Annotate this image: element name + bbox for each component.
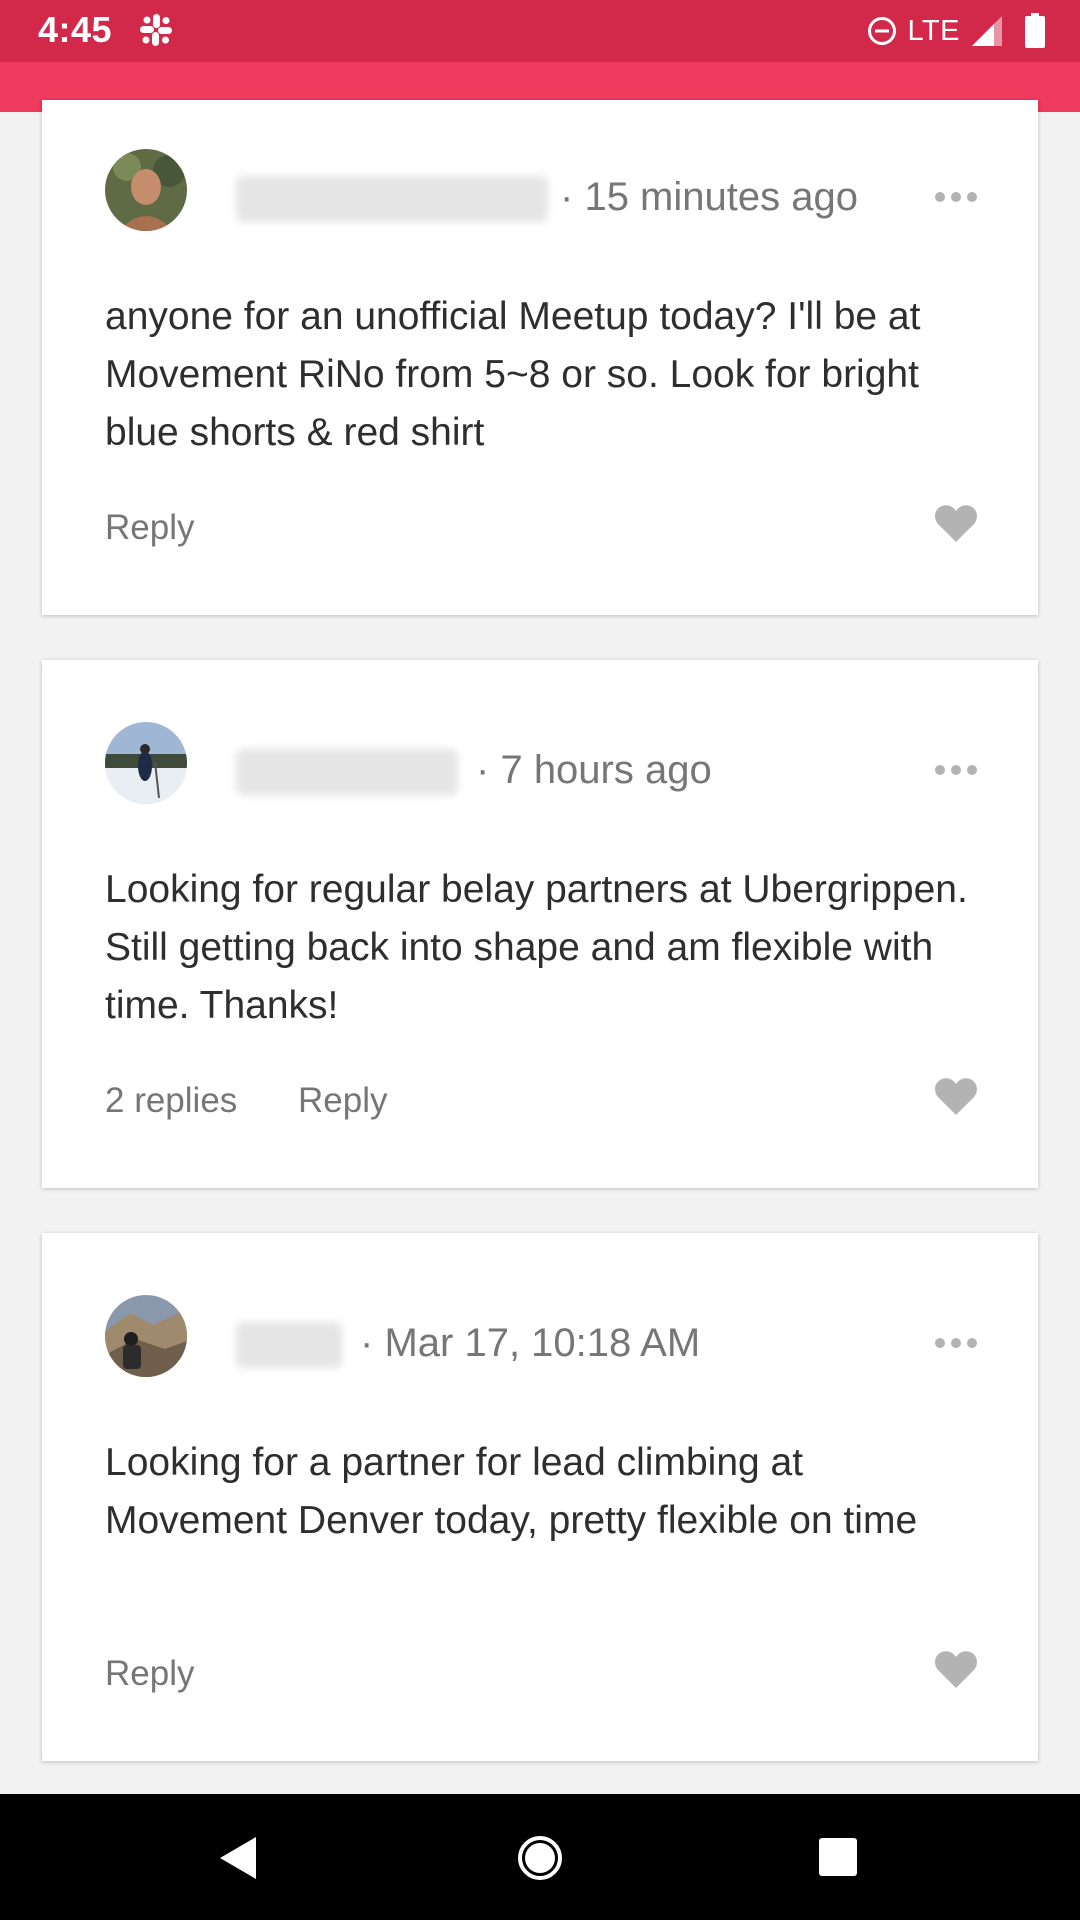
post-time: 15 minutes ago xyxy=(584,175,858,219)
post-meta: · 7 hours ago xyxy=(476,748,712,793)
status-icons: LTE xyxy=(867,12,1046,50)
author-name-blurred[interactable] xyxy=(236,749,458,795)
author-name-blurred[interactable] xyxy=(236,176,548,222)
discussion-card: · 7 hours ago Looking for regular belay … xyxy=(42,660,1038,1188)
like-heart-icon[interactable] xyxy=(934,503,978,543)
reply-button[interactable]: Reply xyxy=(105,1654,194,1694)
navigation-bar xyxy=(0,1794,1080,1920)
author-name-blurred[interactable] xyxy=(236,1322,342,1368)
avatar[interactable] xyxy=(105,149,187,231)
home-icon[interactable] xyxy=(516,1834,564,1882)
meta-separator: · xyxy=(360,1321,374,1365)
post-time: 7 hours ago xyxy=(500,748,712,792)
post-body: anyone for an unofficial Meetup today? I… xyxy=(105,295,921,454)
slack-icon xyxy=(140,14,172,46)
network-type: LTE xyxy=(907,14,960,47)
avatar-photo xyxy=(105,149,187,231)
post-meta: · Mar 17, 10:18 AM xyxy=(360,1321,700,1366)
post-meta: · 15 minutes ago xyxy=(560,175,858,220)
do-not-disturb-icon xyxy=(868,17,897,45)
status-time: 4:45 xyxy=(38,9,113,50)
back-icon[interactable] xyxy=(218,1835,258,1881)
signal-icon xyxy=(972,16,1002,46)
avatar[interactable] xyxy=(105,1295,187,1377)
more-options-icon[interactable] xyxy=(934,1337,978,1349)
post-body: Looking for a partner for lead climbing … xyxy=(105,1441,918,1542)
meta-separator: · xyxy=(476,748,490,792)
reply-button[interactable]: Reply xyxy=(298,1081,387,1121)
like-heart-icon[interactable] xyxy=(934,1649,978,1689)
replies-count-link[interactable]: 2 replies xyxy=(105,1081,237,1121)
reply-button[interactable]: Reply xyxy=(105,508,194,548)
post-time: Mar 17, 10:18 AM xyxy=(384,1321,701,1365)
avatar[interactable] xyxy=(105,722,187,804)
avatar-photo xyxy=(105,722,187,804)
discussion-card: · 15 minutes ago anyone for an unofficia… xyxy=(42,100,1038,615)
like-heart-icon[interactable] xyxy=(934,1076,978,1116)
meta-separator: · xyxy=(560,175,574,219)
more-options-icon[interactable] xyxy=(934,191,978,203)
post-body: Looking for regular belay partners at Ub… xyxy=(105,868,968,1027)
discussion-card: · Mar 17, 10:18 AM Looking for a partner… xyxy=(42,1233,1038,1761)
recents-icon[interactable] xyxy=(818,1837,858,1877)
more-options-icon[interactable] xyxy=(934,764,978,776)
battery-icon xyxy=(1025,13,1045,48)
status-bar: 4:45 LTE xyxy=(0,0,1080,62)
avatar-photo xyxy=(105,1295,187,1377)
